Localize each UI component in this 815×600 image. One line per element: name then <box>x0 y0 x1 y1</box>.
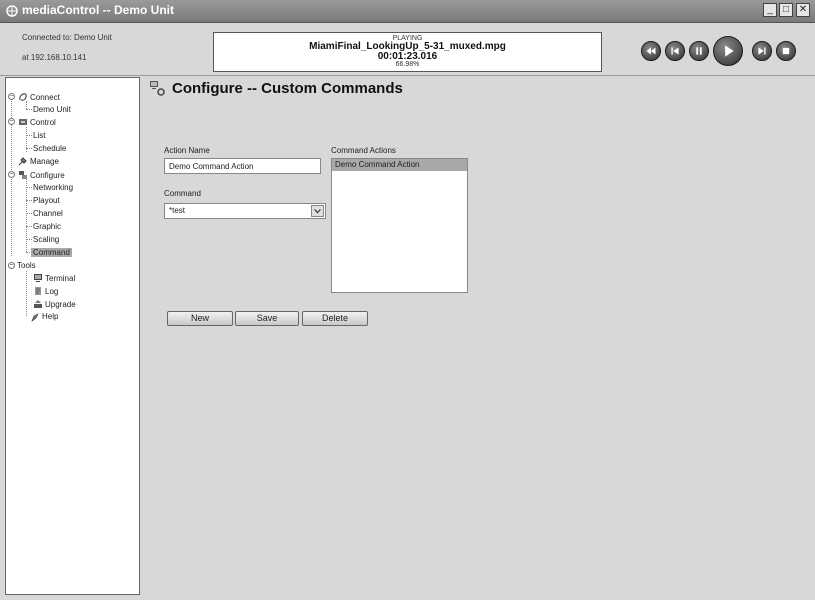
tree-line <box>26 148 32 149</box>
nav-playout[interactable]: Playout <box>33 196 60 205</box>
tree-line <box>26 187 32 188</box>
previous-button[interactable] <box>665 41 685 61</box>
app-icon <box>6 5 18 17</box>
nav-manage[interactable]: Manage <box>30 157 59 166</box>
window-title: mediaControl -- Demo Unit <box>22 3 174 17</box>
tree-line <box>26 135 32 136</box>
nav-connect[interactable]: Connect <box>30 93 60 102</box>
nav-demo-unit[interactable]: Demo Unit <box>33 105 71 114</box>
nav-list[interactable]: List <box>33 131 45 140</box>
chevron-down-icon <box>314 208 321 214</box>
navigation-tree: − Connect Demo Unit − Control List Sched… <box>5 77 140 595</box>
close-icon: ✕ <box>798 4 808 15</box>
terminal-icon <box>34 274 42 282</box>
nav-terminal[interactable]: Terminal <box>45 274 75 283</box>
next-button[interactable] <box>752 41 772 61</box>
delete-button[interactable]: Delete <box>302 311 368 326</box>
play-button[interactable] <box>713 36 743 66</box>
pause-button[interactable] <box>689 41 709 61</box>
stop-button[interactable] <box>776 41 796 61</box>
header-panel: Connected to: Demo Unit at 192.168.10.14… <box>0 23 815 76</box>
title-bar: mediaControl -- Demo Unit _ □ ✕ <box>0 0 815 23</box>
command-actions-label: Command Actions <box>331 146 396 155</box>
nav-upgrade[interactable]: Upgrade <box>45 300 76 309</box>
tree-line <box>26 101 27 109</box>
configure-page-icon <box>150 81 165 96</box>
close-button[interactable]: ✕ <box>796 3 810 17</box>
minimize-button[interactable]: _ <box>763 3 777 17</box>
nav-channel[interactable]: Channel <box>33 209 63 218</box>
connection-status: Connected to: Demo Unit <box>22 33 112 42</box>
collapse-toggle[interactable]: − <box>8 262 15 269</box>
playback-percent: 66.98% <box>395 61 420 68</box>
dropdown-arrow[interactable] <box>311 205 324 217</box>
pause-icon <box>696 47 702 55</box>
next-icon <box>758 47 766 55</box>
connect-icon <box>19 93 27 101</box>
now-playing-display: PLAYING MiamiFinal_LookingUp_5-31_muxed.… <box>213 32 602 72</box>
nav-graphic[interactable]: Graphic <box>33 222 61 231</box>
control-icon <box>19 119 27 125</box>
tree-line <box>26 213 32 214</box>
save-button[interactable]: Save <box>235 311 299 326</box>
maximize-icon: □ <box>782 4 790 15</box>
list-item[interactable]: Demo Command Action <box>332 159 467 171</box>
tree-line <box>26 200 32 201</box>
action-name-label: Action Name <box>164 146 210 155</box>
collapse-toggle[interactable]: − <box>8 118 15 125</box>
help-icon <box>31 313 39 322</box>
command-select[interactable]: *test <box>164 203 326 219</box>
previous-icon <box>671 47 679 55</box>
app-window: mediaControl -- Demo Unit _ □ ✕ Connecte… <box>0 0 815 600</box>
upgrade-icon <box>34 300 42 308</box>
connection-address: at 192.168.10.141 <box>22 53 87 62</box>
nav-configure[interactable]: Configure <box>30 171 65 180</box>
log-icon <box>35 287 41 295</box>
command-label: Command <box>164 189 201 198</box>
stop-icon <box>782 47 790 55</box>
collapse-toggle[interactable]: − <box>8 171 15 178</box>
tree-line <box>26 239 32 240</box>
nav-log[interactable]: Log <box>45 287 58 296</box>
main-content: Configure -- Custom Commands Action Name… <box>145 77 815 595</box>
collapse-toggle[interactable]: − <box>8 93 15 100</box>
nav-help[interactable]: Help <box>42 312 58 321</box>
command-select-value: *test <box>169 206 186 215</box>
tree-line <box>26 271 27 316</box>
tree-line <box>26 179 27 252</box>
rewind-icon <box>646 47 656 55</box>
page-title: Configure -- Custom Commands <box>172 80 403 97</box>
tree-line <box>26 226 32 227</box>
nav-command[interactable]: Command <box>31 248 72 257</box>
rewind-button[interactable] <box>641 41 661 61</box>
play-icon <box>725 45 734 57</box>
configure-icon <box>19 171 27 179</box>
new-button[interactable]: New <box>167 311 233 326</box>
manage-icon <box>18 157 27 166</box>
maximize-button[interactable]: □ <box>779 3 793 17</box>
tree-line <box>26 109 32 110</box>
minimize-icon: _ <box>767 4 773 15</box>
command-actions-list[interactable]: Demo Command Action <box>331 158 468 293</box>
action-name-input[interactable] <box>164 158 321 174</box>
nav-schedule[interactable]: Schedule <box>33 144 66 153</box>
nav-tools[interactable]: Tools <box>17 261 36 270</box>
nav-networking[interactable]: Networking <box>33 183 73 192</box>
nav-control[interactable]: Control <box>30 118 56 127</box>
nav-scaling[interactable]: Scaling <box>33 235 59 244</box>
